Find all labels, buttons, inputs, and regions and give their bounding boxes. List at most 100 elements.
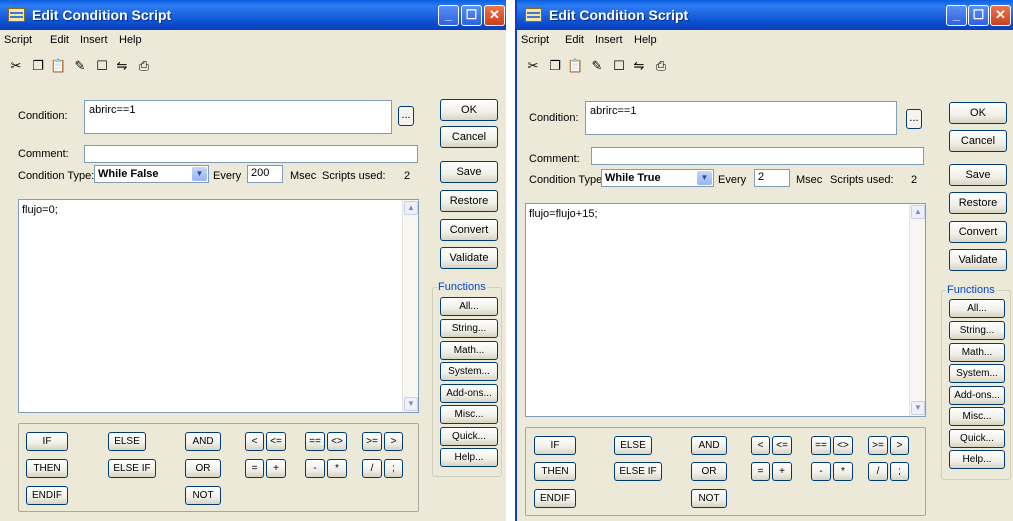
op-plus-button[interactable]: + <box>772 462 792 481</box>
functions-math-button[interactable]: Math... <box>949 343 1005 362</box>
comment-field[interactable] <box>591 147 924 165</box>
minimize-button[interactable]: _ <box>438 5 459 26</box>
functions-all-button[interactable]: All... <box>440 297 498 316</box>
replace-icon[interactable]: ⇋ <box>631 58 647 74</box>
condition-type-select[interactable]: While False ▼ <box>94 165 209 183</box>
convert-button[interactable]: Convert <box>949 221 1007 243</box>
copy-icon[interactable]: ❐ <box>30 58 46 74</box>
functions-help-button[interactable]: Help... <box>949 450 1005 469</box>
paste-icon[interactable]: 📋 <box>567 58 583 74</box>
condition-field[interactable]: abrirc==1 <box>585 101 897 135</box>
op-else-button[interactable]: ELSE <box>614 436 652 455</box>
op-ge-button[interactable]: >= <box>362 432 382 451</box>
scroll-up-icon[interactable]: ▲ <box>404 201 418 215</box>
title-bar[interactable]: Edit Condition Script _ ☐ ✕ <box>517 0 1013 30</box>
chevron-down-icon[interactable]: ▼ <box>697 171 712 185</box>
op-not-button[interactable]: NOT <box>691 489 727 508</box>
op-multiply-button[interactable]: * <box>327 459 347 478</box>
window-icon[interactable]: ☐ <box>611 58 627 74</box>
menu-edit[interactable]: Edit <box>50 34 69 46</box>
maximize-button[interactable]: ☐ <box>968 5 989 26</box>
condition-field[interactable]: abrirc==1 <box>84 100 392 134</box>
restore-button[interactable]: Restore <box>949 192 1007 214</box>
ok-button[interactable]: OK <box>949 102 1007 124</box>
op-if-button[interactable]: IF <box>26 432 68 451</box>
window-icon[interactable]: ☐ <box>94 58 110 74</box>
script-editor[interactable]: flujo=flujo+15; ▲ ▼ <box>525 203 926 417</box>
script-editor[interactable]: flujo=0; ▲ ▼ <box>18 199 419 413</box>
op-minus-button[interactable]: - <box>811 462 831 481</box>
comment-field[interactable] <box>84 145 418 163</box>
convert-icon[interactable]: ✎ <box>72 58 88 74</box>
ok-button[interactable]: OK <box>440 99 498 121</box>
paste-icon[interactable]: 📋 <box>50 58 66 74</box>
close-button[interactable]: ✕ <box>484 5 505 26</box>
save-button[interactable]: Save <box>440 161 498 183</box>
menu-help[interactable]: Help <box>119 34 142 46</box>
menu-script[interactable]: Script <box>521 34 549 46</box>
functions-all-button[interactable]: All... <box>949 299 1005 318</box>
cut-icon[interactable]: ✂ <box>8 58 24 74</box>
scroll-down-icon[interactable]: ▼ <box>911 401 925 415</box>
vertical-scrollbar[interactable]: ▲ ▼ <box>909 204 925 416</box>
replace-icon[interactable]: ⇋ <box>114 58 130 74</box>
op-le-button[interactable]: <= <box>772 436 792 455</box>
op-eq-button[interactable]: == <box>811 436 831 455</box>
every-field[interactable]: 2 <box>754 169 790 187</box>
op-minus-button[interactable]: - <box>305 459 325 478</box>
cut-icon[interactable]: ✂ <box>525 58 541 74</box>
print-icon[interactable]: ⎙ <box>653 58 669 74</box>
op-endif-button[interactable]: ENDIF <box>534 489 576 508</box>
op-gt-button[interactable]: > <box>890 436 909 455</box>
op-le-button[interactable]: <= <box>266 432 286 451</box>
functions-quick-button[interactable]: Quick... <box>440 427 498 446</box>
op-divide-button[interactable]: / <box>362 459 382 478</box>
scroll-down-icon[interactable]: ▼ <box>404 397 418 411</box>
minimize-button[interactable]: _ <box>946 5 967 26</box>
convert-icon[interactable]: ✎ <box>589 58 605 74</box>
condition-ellipsis-button[interactable]: ... <box>398 106 414 126</box>
op-ne-button[interactable]: <> <box>327 432 347 451</box>
op-and-button[interactable]: AND <box>691 436 727 455</box>
condition-ellipsis-button[interactable]: ... <box>906 109 922 129</box>
print-icon[interactable]: ⎙ <box>136 58 152 74</box>
op-plus-button[interactable]: + <box>266 459 286 478</box>
op-semicolon-button[interactable]: ; <box>384 459 403 478</box>
functions-string-button[interactable]: String... <box>440 319 498 338</box>
every-field[interactable]: 200 <box>247 165 283 183</box>
condition-type-select[interactable]: While True ▼ <box>601 169 714 187</box>
op-endif-button[interactable]: ENDIF <box>26 486 68 505</box>
convert-button[interactable]: Convert <box>440 219 498 241</box>
validate-button[interactable]: Validate <box>440 247 498 269</box>
vertical-scrollbar[interactable]: ▲ ▼ <box>402 200 418 412</box>
op-lt-button[interactable]: < <box>245 432 264 451</box>
op-or-button[interactable]: OR <box>691 462 727 481</box>
save-button[interactable]: Save <box>949 164 1007 186</box>
functions-addons-button[interactable]: Add-ons... <box>949 386 1005 405</box>
functions-string-button[interactable]: String... <box>949 321 1005 340</box>
op-ge-button[interactable]: >= <box>868 436 888 455</box>
menu-insert[interactable]: Insert <box>80 34 108 46</box>
op-eq-button[interactable]: == <box>305 432 325 451</box>
op-ne-button[interactable]: <> <box>833 436 853 455</box>
op-elseif-button[interactable]: ELSE IF <box>614 462 662 481</box>
op-if-button[interactable]: IF <box>534 436 576 455</box>
restore-button[interactable]: Restore <box>440 190 498 212</box>
functions-math-button[interactable]: Math... <box>440 341 498 360</box>
functions-misc-button[interactable]: Misc... <box>440 405 498 424</box>
maximize-button[interactable]: ☐ <box>461 5 482 26</box>
menu-edit[interactable]: Edit <box>565 34 584 46</box>
cancel-button[interactable]: Cancel <box>949 130 1007 152</box>
op-divide-button[interactable]: / <box>868 462 888 481</box>
op-assign-button[interactable]: = <box>751 462 770 481</box>
op-else-button[interactable]: ELSE <box>108 432 146 451</box>
op-then-button[interactable]: THEN <box>534 462 576 481</box>
functions-system-button[interactable]: System... <box>440 362 498 381</box>
op-semicolon-button[interactable]: ; <box>890 462 909 481</box>
op-and-button[interactable]: AND <box>185 432 221 451</box>
op-gt-button[interactable]: > <box>384 432 403 451</box>
close-button[interactable]: ✕ <box>990 5 1011 26</box>
op-assign-button[interactable]: = <box>245 459 264 478</box>
functions-addons-button[interactable]: Add-ons... <box>440 384 498 403</box>
menu-script[interactable]: Script <box>4 34 32 46</box>
